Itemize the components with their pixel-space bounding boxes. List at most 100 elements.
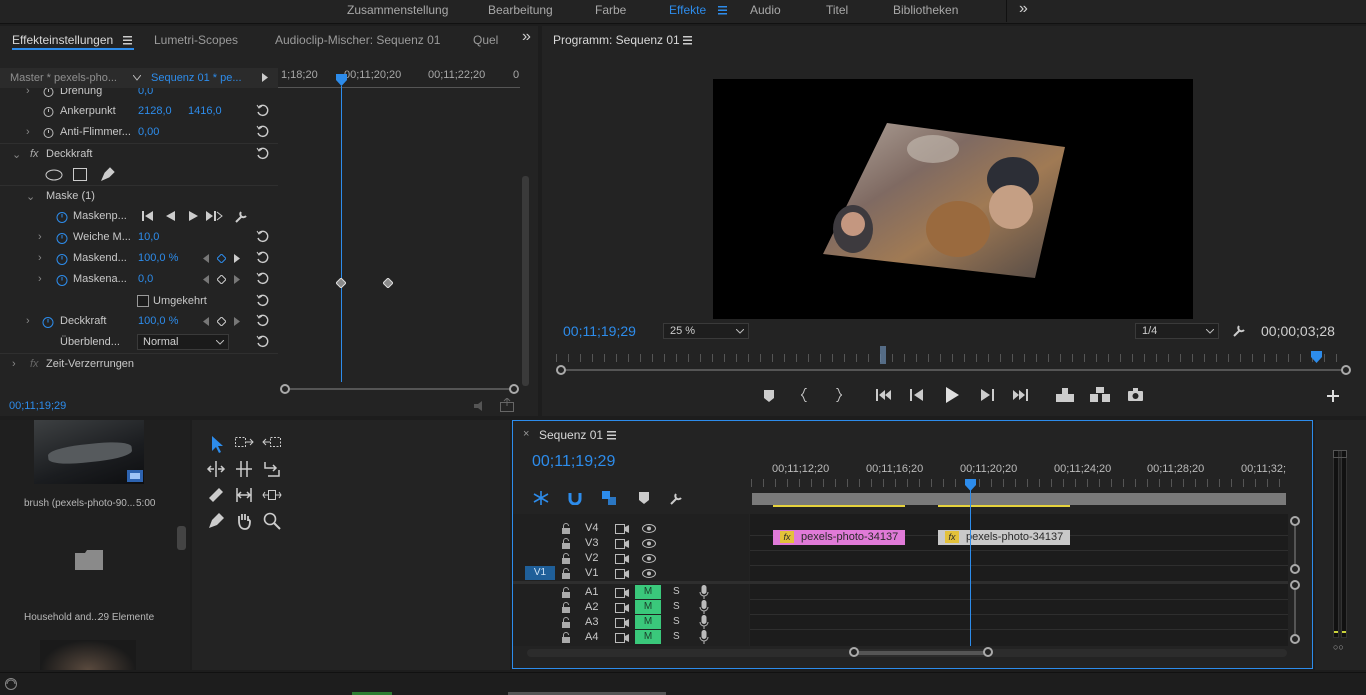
effect-controls-timecode[interactable]: 00;11;19;29 bbox=[9, 400, 66, 412]
go-to-out-icon[interactable] bbox=[1013, 389, 1029, 401]
rate-stretch-icon[interactable] bbox=[262, 459, 282, 479]
solo-button[interactable]: S bbox=[673, 631, 680, 642]
microphone-icon[interactable] bbox=[699, 600, 709, 614]
master-clip-label[interactable]: Master * pexels-pho... bbox=[10, 72, 117, 84]
blend-mode-select[interactable]: Normal bbox=[137, 334, 229, 350]
step-back-icon[interactable] bbox=[910, 389, 924, 401]
mute-button[interactable]: M bbox=[635, 630, 661, 644]
selection-tool-icon[interactable] bbox=[208, 434, 228, 454]
film-toggle-icon[interactable] bbox=[615, 588, 629, 598]
film-toggle-icon[interactable] bbox=[615, 554, 629, 564]
lock-icon[interactable] bbox=[561, 602, 571, 613]
add-keyframe-icon[interactable] bbox=[217, 317, 226, 326]
eye-icon[interactable] bbox=[642, 539, 656, 548]
pen-mask-icon[interactable] bbox=[100, 167, 115, 182]
reset-icon[interactable] bbox=[256, 335, 269, 348]
program-time-ruler[interactable] bbox=[556, 354, 1346, 362]
microphone-icon[interactable] bbox=[699, 630, 709, 644]
stopwatch-icon[interactable] bbox=[56, 253, 68, 265]
workspace-audio[interactable]: Audio bbox=[750, 3, 781, 17]
play-icon[interactable] bbox=[945, 387, 959, 403]
timeline-zoom-bar[interactable] bbox=[853, 651, 988, 655]
add-keyframe-icon[interactable] bbox=[217, 254, 226, 263]
zoom-handle-left[interactable] bbox=[280, 384, 290, 394]
source-patch-v1[interactable]: V1 bbox=[525, 566, 555, 580]
film-toggle-icon[interactable] bbox=[615, 539, 629, 549]
step-forward-icon[interactable] bbox=[981, 389, 995, 401]
tab-effekteinstellungen[interactable]: Effekteinstellungen bbox=[12, 33, 113, 47]
playback-resolution-select[interactable]: 1/4 bbox=[1135, 323, 1219, 339]
lock-icon[interactable] bbox=[561, 523, 571, 534]
ellipse-mask-icon[interactable] bbox=[45, 169, 63, 181]
track-forward-all-icon[interactable] bbox=[206, 211, 223, 221]
timeline-clip[interactable]: fx pexels-photo-34137 bbox=[938, 530, 1070, 545]
track-height-handle[interactable] bbox=[1290, 634, 1300, 644]
mark-out-icon[interactable] bbox=[834, 388, 842, 402]
stopwatch-icon[interactable] bbox=[56, 274, 68, 286]
zoom-handle-left[interactable] bbox=[556, 365, 566, 375]
workspace-zusammenstellung[interactable]: Zusammenstellung bbox=[347, 3, 448, 17]
zoom-handle-right[interactable] bbox=[983, 647, 993, 657]
film-toggle-icon[interactable] bbox=[615, 569, 629, 579]
go-to-in-icon[interactable] bbox=[876, 389, 892, 401]
reset-icon[interactable] bbox=[256, 294, 269, 307]
stopwatch-icon[interactable] bbox=[43, 127, 54, 138]
solo-meter-buttons[interactable]: ○○ bbox=[1333, 642, 1344, 652]
reset-icon[interactable] bbox=[256, 272, 269, 285]
lock-icon[interactable] bbox=[561, 617, 571, 628]
export-frame-icon[interactable] bbox=[500, 398, 515, 412]
prev-keyframe-icon[interactable] bbox=[203, 275, 209, 284]
playhead-handle[interactable] bbox=[1311, 351, 1322, 363]
next-keyframe-icon[interactable] bbox=[234, 317, 240, 326]
program-zoom-bar[interactable] bbox=[561, 369, 1347, 371]
workspace-overflow-button[interactable]: » bbox=[1019, 0, 1028, 18]
wrench-icon[interactable] bbox=[234, 210, 248, 223]
track-prev-frame-icon[interactable] bbox=[166, 211, 175, 221]
effect-zeit-verzerrungen[interactable]: › fx Zeit-Verzerrungen bbox=[0, 353, 278, 374]
ripple-edit-icon[interactable] bbox=[206, 459, 226, 479]
wrench-icon[interactable] bbox=[1232, 323, 1246, 337]
keyframe-marker[interactable] bbox=[383, 278, 393, 288]
in-out-marker[interactable] bbox=[878, 346, 888, 364]
panel-menu-icon[interactable] bbox=[123, 36, 132, 45]
workspace-bibliotheken[interactable]: Bibliotheken bbox=[893, 3, 958, 17]
track-height-handle[interactable] bbox=[1290, 580, 1300, 590]
lock-icon[interactable] bbox=[561, 587, 571, 598]
reset-icon[interactable] bbox=[256, 230, 269, 243]
work-area-bar[interactable] bbox=[752, 493, 1286, 505]
workspace-menu-icon[interactable] bbox=[718, 6, 727, 15]
program-monitor-title[interactable]: Programm: Sequenz 01 bbox=[553, 33, 680, 47]
reset-icon[interactable] bbox=[256, 147, 269, 160]
track-select-backward-icon[interactable] bbox=[262, 433, 282, 453]
zoom-handle-left[interactable] bbox=[849, 647, 859, 657]
add-marker-icon[interactable] bbox=[639, 492, 649, 504]
ankerpunkt-y-value[interactable]: 1416,0 bbox=[188, 105, 222, 117]
effect-deckkraft-header[interactable]: ⌄ fx Deckkraft bbox=[0, 143, 278, 164]
camera-icon[interactable] bbox=[1128, 388, 1143, 401]
panel-menu-icon[interactable] bbox=[683, 36, 692, 45]
wrench-icon[interactable] bbox=[669, 491, 683, 505]
panel-menu-icon[interactable] bbox=[607, 431, 616, 440]
eye-icon[interactable] bbox=[642, 554, 656, 563]
workspace-farbe[interactable]: Farbe bbox=[595, 3, 626, 17]
razor-tool-icon[interactable] bbox=[206, 485, 226, 505]
eye-icon[interactable] bbox=[642, 524, 656, 533]
track-height-handle[interactable] bbox=[1290, 516, 1300, 526]
hand-tool-icon[interactable] bbox=[234, 511, 254, 531]
clip-thumbnail[interactable] bbox=[34, 420, 144, 484]
next-keyframe-icon[interactable] bbox=[234, 254, 240, 263]
slip-tool-icon[interactable] bbox=[234, 485, 254, 505]
chevron-down-icon[interactable] bbox=[133, 75, 141, 81]
zoom-scrollbar[interactable] bbox=[284, 388, 514, 390]
mark-in-icon[interactable] bbox=[801, 388, 809, 402]
mute-button[interactable]: M bbox=[635, 615, 661, 629]
snap-magnet-icon[interactable] bbox=[568, 491, 582, 505]
workspace-effekte[interactable]: Effekte bbox=[669, 3, 706, 17]
film-toggle-icon[interactable] bbox=[615, 603, 629, 613]
film-toggle-icon[interactable] bbox=[615, 633, 629, 643]
bin-name[interactable]: Household and... bbox=[24, 612, 100, 623]
reset-icon[interactable] bbox=[256, 125, 269, 138]
mask-1-header[interactable]: ⌄ Maske (1) bbox=[0, 185, 278, 206]
ankerpunkt-x-value[interactable]: 2128,0 bbox=[138, 105, 172, 117]
umgekehrt-checkbox[interactable] bbox=[137, 295, 149, 307]
